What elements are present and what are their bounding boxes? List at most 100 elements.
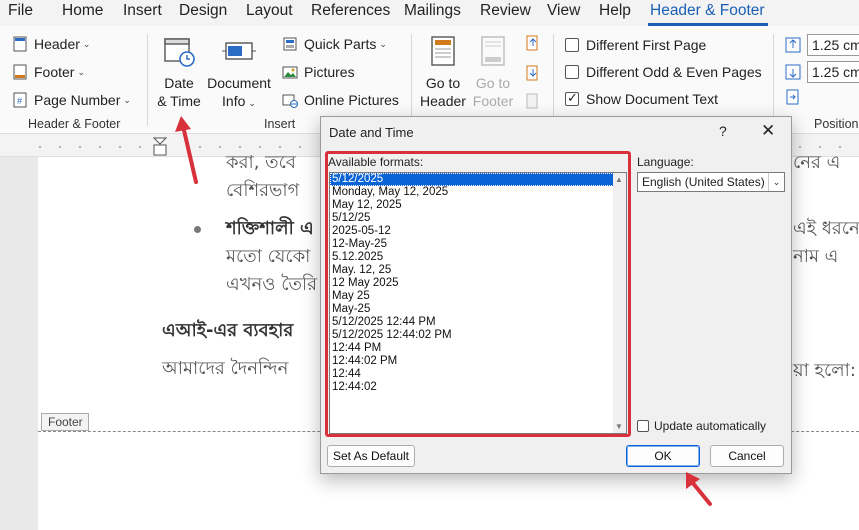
chevron-down-icon: ⌄: [123, 94, 131, 105]
go-to-footer-icon: [481, 36, 505, 66]
doc-right-2: এই ধরনে: [793, 218, 859, 239]
pictures-icon: [282, 66, 298, 79]
pictures-button[interactable]: Pictures: [282, 64, 355, 80]
menu-references[interactable]: References: [311, 2, 390, 20]
page-number-button-label: Page Number: [34, 92, 121, 108]
help-button[interactable]: ?: [719, 123, 727, 139]
pictures-label: Pictures: [304, 64, 355, 80]
doc-paragraph: আমাদের দৈনন্দিন: [162, 358, 289, 379]
checkbox-box: [565, 65, 579, 79]
show-document-text-label: Show Document Text: [586, 91, 719, 107]
footer-icon: [13, 64, 27, 80]
svg-text:#: #: [17, 96, 22, 106]
close-button[interactable]: ✕: [761, 121, 775, 141]
go-to-header-label-2: Header: [420, 93, 466, 109]
go-to-footer-button: Go to Footer: [469, 34, 517, 110]
insert-alignment-tab-icon[interactable]: [784, 88, 802, 106]
ok-button[interactable]: OK: [626, 445, 700, 467]
doc-right-3: নাম এ: [793, 246, 839, 267]
menu-file[interactable]: File: [8, 2, 33, 20]
footer-position-icon: [785, 64, 801, 80]
menu-layout[interactable]: Layout: [246, 2, 293, 20]
calendar-clock-icon: [164, 38, 195, 67]
group-label-position: Position: [814, 117, 859, 131]
menu-insert[interactable]: Insert: [123, 2, 162, 20]
footer-from-bottom-spinner[interactable]: 1.25 cm: [784, 61, 859, 83]
menu-mailings[interactable]: Mailings: [404, 2, 461, 20]
page-number-button[interactable]: # Page Number ⌄: [12, 92, 131, 108]
header-from-top-field[interactable]: 1.25 cm: [807, 34, 859, 56]
online-pictures-icon: [282, 94, 298, 108]
header-icon: [13, 36, 27, 52]
document-info-label-1: Document: [207, 75, 271, 91]
group-label-insert: Insert: [264, 117, 296, 131]
quick-parts-label: Quick Parts: [304, 36, 377, 52]
menu-bar: File Home Insert Design Layout Reference…: [0, 0, 859, 26]
doc-heading: এআই-এর ব্যবহার: [162, 320, 294, 341]
document-info-label-2: Info ⌄: [222, 93, 256, 109]
document-info-icon: [222, 42, 256, 60]
checkbox-box: [637, 420, 649, 432]
document-info-button[interactable]: Document Info ⌄: [205, 34, 273, 112]
language-select[interactable]: English (United States) ⌄: [637, 172, 785, 192]
footer-tag: Footer: [41, 413, 89, 431]
doc-bullet-line-3: এখনও তৈরি: [226, 274, 318, 295]
divider: [147, 34, 148, 126]
doc-bullet-line-2: মতো যেকো: [226, 246, 311, 267]
divider: [411, 34, 412, 126]
menu-view[interactable]: View: [547, 2, 580, 20]
date-time-dialog: Date and Time ? ✕ Available formats: 5/1…: [320, 116, 792, 474]
annotation-arrow-date-time: [175, 116, 198, 184]
divider: [773, 34, 774, 126]
date-time-button[interactable]: Date & Time: [155, 34, 203, 110]
annotation-arrow-ok: [686, 472, 712, 506]
language-label: Language:: [637, 155, 694, 169]
previous-section-icon[interactable]: [524, 34, 542, 52]
different-first-page-label: Different First Page: [586, 37, 707, 53]
cancel-button[interactable]: Cancel: [710, 445, 784, 467]
show-document-text-checkbox[interactable]: Show Document Text: [565, 90, 719, 107]
header-button-label: Header: [34, 36, 80, 52]
footer-from-bottom-field[interactable]: 1.25 cm: [807, 61, 859, 83]
menu-home[interactable]: Home: [62, 2, 103, 20]
menu-header-footer[interactable]: Header & Footer: [650, 2, 765, 20]
header-from-top-spinner[interactable]: 1.25 cm: [784, 34, 859, 56]
menu-help[interactable]: Help: [599, 2, 631, 20]
group-label-header-footer: Header & Footer: [28, 117, 121, 131]
go-to-footer-label-2: Footer: [472, 93, 514, 109]
menu-review[interactable]: Review: [480, 2, 531, 20]
chevron-down-icon: ⌄: [379, 38, 387, 49]
date-time-label-2: & Time: [157, 93, 201, 109]
quick-parts-icon: [283, 37, 297, 51]
go-to-header-label-1: Go to: [425, 75, 461, 91]
header-position-icon: [785, 37, 801, 53]
next-section-icon[interactable]: [524, 64, 542, 82]
doc-line-2: বেশিরভাগ: [226, 180, 300, 201]
online-pictures-button[interactable]: Online Pictures: [282, 92, 399, 108]
go-to-header-icon: [431, 36, 455, 66]
online-pictures-label: Online Pictures: [304, 92, 399, 108]
chevron-down-icon[interactable]: ⌄: [768, 173, 784, 191]
footer-button-label: Footer: [34, 64, 75, 80]
dialog-title: Date and Time: [329, 125, 414, 140]
go-to-footer-label-1: Go to: [475, 75, 511, 91]
bullet-icon: [194, 226, 201, 233]
divider: [553, 34, 554, 126]
doc-right-1: নের এ: [793, 152, 841, 173]
header-button[interactable]: Header ⌄: [12, 36, 90, 52]
different-odd-even-checkbox[interactable]: Different Odd & Even Pages: [565, 64, 762, 80]
different-first-page-checkbox[interactable]: Different First Page: [565, 37, 706, 53]
footer-button[interactable]: Footer ⌄: [12, 64, 85, 80]
go-to-header-button[interactable]: Go to Header: [419, 34, 467, 110]
date-time-label-1: Date: [164, 75, 194, 91]
doc-line-1: করা, তবে: [226, 152, 296, 173]
link-to-previous-icon: [526, 93, 538, 109]
doc-bullet-bold: শক্তিশালী এ: [226, 218, 314, 239]
doc-paragraph-right: য়া হলো:: [793, 360, 856, 381]
update-automatically-checkbox[interactable]: Update automatically: [637, 419, 766, 433]
menu-design[interactable]: Design: [179, 2, 227, 20]
update-automatically-label: Update automatically: [654, 419, 767, 433]
set-as-default-button[interactable]: Set As Default: [327, 445, 415, 467]
page-number-icon: #: [13, 92, 27, 108]
quick-parts-button[interactable]: Quick Parts ⌄: [282, 36, 387, 52]
